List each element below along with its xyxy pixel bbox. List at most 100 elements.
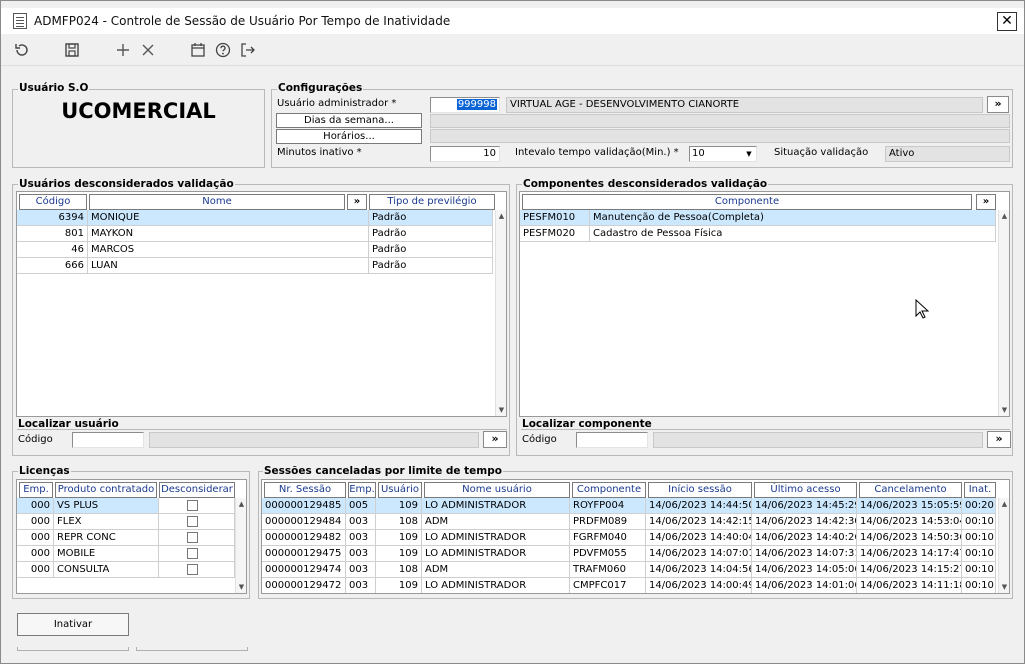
scroll-down-icon[interactable]: ▼ [999, 581, 1009, 593]
cell-emp: 003 [346, 546, 376, 562]
scroll-up-icon[interactable]: ▲ [999, 498, 1009, 510]
cell-comp: CMPFC017 [570, 578, 646, 593]
sessoes-scrollbar[interactable]: ▲ ▼ [998, 498, 1009, 593]
componentes-scrollbar[interactable]: ▲ ▼ [998, 210, 1009, 416]
cell-nome: ADM [422, 562, 570, 578]
cell-componente-code: PESFM010 [520, 210, 590, 226]
cell-inat: 00:10 [962, 530, 996, 546]
admin-lookup-button[interactable]: » [987, 96, 1009, 113]
table-row[interactable]: PESFM010 Manutenção de Pessoa(Completa) [520, 210, 998, 226]
scroll-up-icon[interactable]: ▲ [236, 498, 246, 510]
cell-nr: 000000129474 [262, 562, 346, 578]
sessoes-grid: Nr. Sessão Emp. Usuário Nome usuário Compone… [261, 479, 1010, 594]
col-tipo[interactable]: Tipo de previlégio [369, 194, 495, 210]
mouse-cursor-icon [915, 299, 929, 319]
col-comp[interactable]: Componente [572, 482, 646, 498]
cell-nome: MAYKON [88, 226, 369, 242]
table-row[interactable]: 000 FLEX [17, 514, 235, 530]
componentes-columns-button[interactable]: » [976, 194, 996, 210]
col-componente[interactable]: Componente [522, 194, 972, 210]
scroll-up-icon[interactable]: ▲ [496, 210, 506, 222]
col-cancel[interactable]: Cancelamento [859, 482, 962, 498]
dias-semana-button[interactable]: Dias da semana... [276, 113, 422, 128]
cell-cancel: 14/06/2023 14:11:18 [857, 578, 962, 593]
help-icon[interactable] [212, 39, 234, 61]
desconsiderar-checkbox[interactable] [187, 500, 198, 511]
col-produto[interactable]: Produto contratado [55, 482, 157, 498]
cell-comp: PRDFM089 [570, 514, 646, 530]
minutos-field[interactable]: 10 [430, 146, 500, 162]
cell-emp: 003 [346, 562, 376, 578]
admin-code-field[interactable]: 999998 [430, 97, 500, 113]
componente-nome-display [653, 432, 983, 448]
col-codigo[interactable]: Código [19, 194, 87, 210]
cell-inicio: 14/06/2023 14:40:04 [646, 530, 752, 546]
cell-produto: CONSULTA [54, 562, 159, 578]
cell-codigo: 801 [17, 226, 88, 242]
cell-desconsiderar [159, 530, 235, 546]
footer-edge-right [136, 647, 248, 651]
col-nome[interactable]: Nome usuário [424, 482, 570, 498]
col-inat[interactable]: Inat. [964, 482, 996, 498]
save-icon[interactable] [61, 39, 83, 61]
usuario-so-title: Usuário S.O [18, 82, 90, 94]
toolbar-separator [1, 65, 1024, 66]
horarios-button[interactable]: Horários... [276, 129, 422, 144]
table-row[interactable]: 000 VS PLUS [17, 498, 235, 514]
inativar-button[interactable]: Inativar [17, 613, 129, 636]
admin-code-value: 999998 [456, 99, 497, 110]
localizar-componente-divider [521, 429, 1010, 430]
componente-codigo-input[interactable] [576, 432, 648, 448]
col-usuario[interactable]: Usuário [378, 482, 422, 498]
localizar-componente-button[interactable]: » [987, 431, 1011, 448]
cell-usuario: 109 [376, 578, 422, 593]
desconsiderar-checkbox[interactable] [187, 548, 198, 559]
table-row[interactable]: 000000129474 003 108 ADM TRAFM060 14/06/2023 … [262, 562, 998, 578]
table-row[interactable]: 000 REPR CONC [17, 530, 235, 546]
table-row[interactable]: 000 CONSULTA [17, 562, 235, 578]
col-ultimo[interactable]: Último acesso [754, 482, 857, 498]
scroll-down-icon[interactable]: ▼ [999, 404, 1009, 416]
desconsiderar-checkbox[interactable] [187, 516, 198, 527]
table-row[interactable]: PESFM020 Cadastro de Pessoa Física [520, 226, 998, 242]
usuarios-columns-button[interactable]: » [347, 194, 367, 210]
licencas-scrollbar[interactable]: ▲ ▼ [235, 498, 246, 593]
col-emp[interactable]: Emp. [348, 482, 376, 498]
exit-icon[interactable] [237, 39, 259, 61]
cell-nome: LO ADMINISTRADOR [422, 546, 570, 562]
scroll-down-icon[interactable]: ▼ [496, 404, 506, 416]
localizar-usuario-button[interactable]: » [483, 431, 507, 448]
table-row[interactable]: 46 MARCOS Padrão [17, 242, 495, 258]
scroll-down-icon[interactable]: ▼ [236, 581, 246, 593]
close-button[interactable]: ✕ [997, 12, 1017, 31]
cell-codigo: 6394 [17, 210, 88, 226]
table-row[interactable]: 000000129472 003 109 LO ADMINISTRADOR CMPFC0… [262, 578, 998, 593]
table-row[interactable]: 000000129482 003 109 LO ADMINISTRADOR FGRFM0… [262, 530, 998, 546]
scroll-up-icon[interactable]: ▲ [999, 210, 1009, 222]
table-row[interactable]: 6394 MONIQUE Padrão [17, 210, 495, 226]
col-nome[interactable]: Nome [89, 194, 345, 210]
table-row[interactable]: 000000129485 005 109 LO ADMINISTRADOR ROYFP0… [262, 498, 998, 514]
table-row[interactable]: 801 MAYKON Padrão [17, 226, 495, 242]
refresh-icon[interactable] [11, 39, 33, 61]
col-desconsiderar[interactable]: Desconsiderar [159, 482, 235, 498]
cell-inat: 00:10 [962, 578, 996, 593]
cell-ultimo: 14/06/2023 14:40:26 [752, 530, 857, 546]
add-icon[interactable] [112, 39, 134, 61]
col-nr[interactable]: Nr. Sessão [264, 482, 346, 498]
col-emp[interactable]: Emp. [19, 482, 53, 498]
intervalo-select[interactable]: 10 ▼ [689, 146, 757, 162]
usuario-codigo-input[interactable] [72, 432, 144, 448]
table-row[interactable]: 000000129484 003 108 ADM PRDFM089 14/06/2023 … [262, 514, 998, 530]
desconsiderar-checkbox[interactable] [187, 532, 198, 543]
col-inicio[interactable]: Início sessão [648, 482, 752, 498]
admin-name-field: VIRTUAL AGE - DESENVOLVIMENTO CIANORTE [506, 97, 983, 113]
usuarios-scrollbar[interactable]: ▲ ▼ [495, 210, 506, 416]
table-row[interactable]: 000 MOBILE [17, 546, 235, 562]
desconsiderar-checkbox[interactable] [187, 564, 198, 575]
delete-icon[interactable] [137, 39, 159, 61]
table-row[interactable]: 000000129475 003 109 LO ADMINISTRADOR PDVFM0… [262, 546, 998, 562]
calendar-icon[interactable] [187, 39, 209, 61]
cell-emp: 000 [17, 562, 54, 578]
table-row[interactable]: 666 LUAN Padrão [17, 258, 495, 274]
